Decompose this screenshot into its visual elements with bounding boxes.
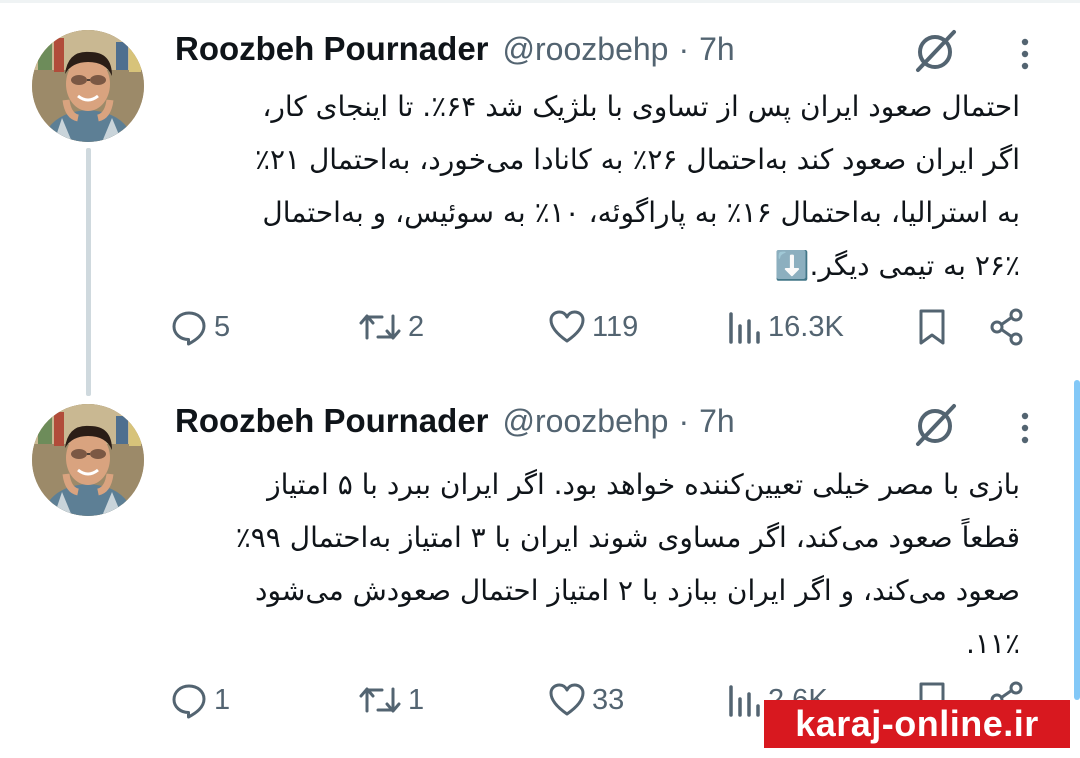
reply-icon <box>172 311 206 346</box>
repost-count: 1 <box>408 683 425 716</box>
avatar-photo <box>32 404 144 516</box>
avatar-photo <box>32 30 144 142</box>
tweet-text-line: ۲۶٪ به تیمی دیگر.⬇️ <box>774 249 1020 282</box>
views-count: 16.3K <box>768 310 844 343</box>
grok-icon[interactable] <box>910 26 960 76</box>
tweet-text-line: قطعاً صعود می‌کند، اگر مساوی شوند ایران … <box>235 521 1020 554</box>
avatar[interactable] <box>32 30 144 142</box>
tweet-text: احتمال صعود ایران پس از تساوی با بلژیک ش… <box>175 80 1020 292</box>
tweet-text: بازی با مصر خیلی تعیین‌کننده خواهد بود. … <box>175 458 1020 670</box>
separator-dot: · <box>678 31 690 67</box>
grok-icon[interactable] <box>910 400 960 450</box>
tweet-header: Roozbeh Pournader @roozbehp · 7h <box>175 30 735 70</box>
views-icon <box>729 685 760 717</box>
views-button[interactable]: 16.3K <box>726 302 844 352</box>
share-button[interactable] <box>988 302 1026 352</box>
like-button[interactable]: 33 <box>548 675 624 725</box>
reply-count: 1 <box>214 683 231 716</box>
author-name[interactable]: Roozbeh Pournader <box>175 402 489 440</box>
tweet-text-line: احتمال صعود ایران پس از تساوی با بلژیک ش… <box>262 90 1020 123</box>
like-icon <box>549 683 585 716</box>
tweet-time[interactable]: 7h <box>699 31 735 68</box>
bookmark-icon <box>919 309 945 345</box>
tweet-text-line: به استرالیا، به‌احتمال ۱۶٪ به پاراگوئه، … <box>262 196 1020 229</box>
reply-button[interactable]: 1 <box>170 675 230 725</box>
more-icon[interactable] <box>1010 30 1040 80</box>
views-icon <box>729 312 760 344</box>
repost-button[interactable]: 1 <box>358 675 424 725</box>
reply-count: 5 <box>214 310 231 343</box>
repost-icon <box>359 314 401 340</box>
tweet-text-line: بازی با مصر خیلی تعیین‌کننده خواهد بود. … <box>267 468 1020 501</box>
repost-icon <box>359 687 401 713</box>
more-icon[interactable] <box>1010 404 1040 454</box>
author-handle[interactable]: @roozbehp <box>503 31 669 68</box>
separator-dot: · <box>678 403 690 439</box>
bookmark-button[interactable] <box>915 302 949 352</box>
watermark-text: karaj-online.ir <box>795 703 1039 744</box>
tweet-text-line: ۱۱٪. <box>965 627 1020 660</box>
reply-button[interactable]: 5 <box>170 302 230 352</box>
watermark-badge: karaj-online.ir <box>764 700 1070 748</box>
tweet-actions: 5 2 119 16.3K <box>170 302 1040 352</box>
like-count: 33 <box>592 683 625 716</box>
repost-count: 2 <box>408 310 425 343</box>
like-icon <box>549 310 585 343</box>
repost-button[interactable]: 2 <box>358 302 424 352</box>
tweet-text-line: صعود می‌کند، و اگر ایران ببازد با ۲ امتی… <box>254 574 1020 607</box>
avatar[interactable] <box>32 404 144 516</box>
tweet[interactable]: Roozbeh Pournader @roozbehp · 7h احتمال … <box>0 0 1080 380</box>
author-handle[interactable]: @roozbehp <box>503 403 669 440</box>
share-icon <box>990 308 1023 346</box>
like-count: 119 <box>592 310 639 343</box>
author-name[interactable]: Roozbeh Pournader <box>175 30 489 68</box>
reply-icon <box>172 684 206 719</box>
like-button[interactable]: 119 <box>548 302 638 352</box>
tweet-header: Roozbeh Pournader @roozbehp · 7h <box>175 402 735 442</box>
tweet-text-line: اگر ایران صعود کند به‌احتمال ۲۶٪ به کانا… <box>254 143 1020 176</box>
tweet-time[interactable]: 7h <box>699 403 735 440</box>
